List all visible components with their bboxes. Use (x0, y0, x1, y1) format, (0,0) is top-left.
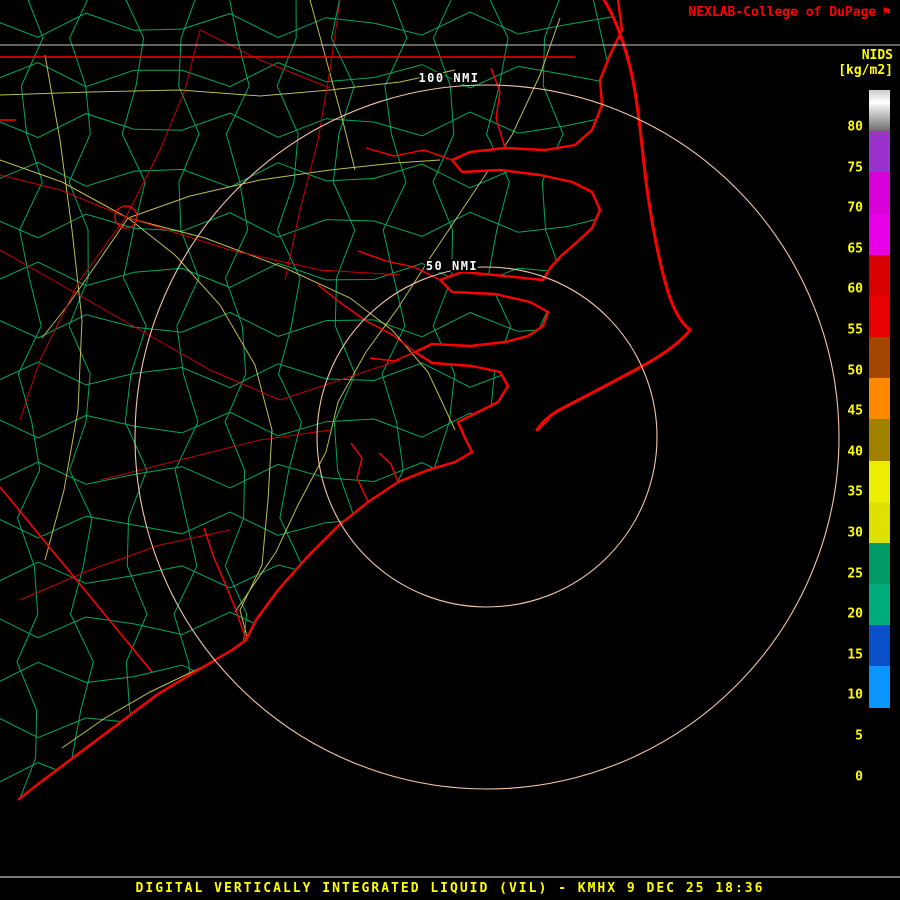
county-line (537, 0, 563, 806)
colorbar-tick-0: 0 (855, 769, 863, 785)
county-line (0, 512, 614, 538)
colorbar-tick-55: 55 (847, 322, 863, 338)
colorbar-cell-0-5 (869, 748, 890, 790)
colorbar-cell-50-55 (869, 337, 890, 379)
colorbar-title: NIDS (861, 48, 893, 63)
colorbar-cell-30-35 (869, 501, 890, 543)
colorbar-tick-50: 50 (847, 363, 863, 379)
colorbar-cell-25-30 (869, 542, 890, 585)
colorbar-title-block: NIDS [kg/m2] (838, 48, 893, 79)
colorbar-tick-60: 60 (847, 281, 863, 297)
county-line (0, 12, 614, 38)
radar-display: 50 NMI 100 NMI NEXLAB-College of DuPage ⚑… (0, 0, 900, 900)
county-line (589, 0, 613, 806)
county-line (381, 0, 407, 806)
county-line (0, 462, 614, 488)
colorbar-tick-5: 5 (855, 728, 863, 744)
colorbar-cell-45-50 (869, 378, 890, 420)
colorbar-cell-75-80 (869, 131, 890, 173)
range-ring-inner-label: 50 NMI (426, 259, 478, 273)
colorbar-tick-25: 25 (847, 566, 863, 582)
colorbar-tick-70: 70 (847, 200, 863, 216)
colorbar-cell-40-45 (869, 419, 890, 461)
colorbar-cell-80+ (869, 90, 890, 132)
colorbar-cell-70-75 (869, 172, 890, 214)
colorbar-tick-80: 80 (847, 119, 863, 135)
colorbar-tick-30: 30 (847, 525, 863, 541)
county-line (0, 612, 614, 638)
colorbar-tick-75: 75 (847, 160, 863, 176)
attribution-text: NEXLAB-College of DuPage (688, 5, 877, 20)
county-line (0, 362, 614, 388)
county-line (0, 312, 614, 338)
colorbar (869, 90, 890, 790)
county-line (0, 112, 614, 138)
colorbar-cell-15-20 (869, 625, 890, 667)
cod-logo-icon: ⚑ (881, 5, 892, 19)
county-line (0, 212, 614, 238)
colorbar-cell-60-65 (869, 254, 890, 296)
county-line (69, 0, 94, 806)
highways-yellow-path (0, 0, 560, 748)
county-line (0, 712, 614, 738)
county-line (121, 0, 147, 806)
product-title: DIGITAL VERTICALLY INTEGRATED LIQUID (VI… (135, 881, 765, 896)
colorbar-tick-10: 10 (847, 687, 863, 703)
colorbar-units: [kg/m2] (838, 62, 893, 78)
colorbar-tick-15: 15 (847, 647, 863, 663)
county-lines-group (0, 0, 614, 806)
colorbar-cell-65-70 (869, 213, 890, 255)
range-ring-outer (135, 85, 839, 789)
county-line (0, 412, 614, 438)
colorbar-cell-35-40 (869, 460, 890, 502)
colorbar-tick-45: 45 (847, 403, 863, 419)
colorbar-tick-35: 35 (847, 484, 863, 500)
colorbar-ticks: 80 75 70 65 60 55 50 45 40 35 30 25 20 15 10 5 0 (829, 90, 863, 790)
colorbar-cell-5-10 (869, 707, 890, 749)
outer-banks-path (537, 0, 690, 430)
range-ring-outer-label: 100 NMI (418, 71, 479, 85)
colorbar-cell-55-60 (869, 295, 890, 338)
county-line (0, 762, 614, 788)
highways-red-path (0, 0, 400, 600)
county-line (0, 262, 614, 287)
county-line (17, 0, 43, 806)
colorbar-tick-20: 20 (847, 606, 863, 622)
attribution: NEXLAB-College of DuPage ⚑ (688, 5, 892, 20)
county-line (277, 0, 303, 806)
colorbar-cell-10-15 (869, 666, 890, 708)
colorbar-cell-20-25 (869, 584, 890, 626)
colorbar-tick-40: 40 (847, 444, 863, 460)
roads-group (0, 0, 560, 748)
county-line (433, 0, 459, 806)
county-line (173, 0, 199, 806)
radar-map-svg: 50 NMI 100 NMI (0, 0, 900, 900)
range-ring-inner (317, 267, 657, 607)
county-line (0, 562, 614, 588)
county-line (0, 63, 614, 88)
colorbar-tick-65: 65 (847, 241, 863, 257)
